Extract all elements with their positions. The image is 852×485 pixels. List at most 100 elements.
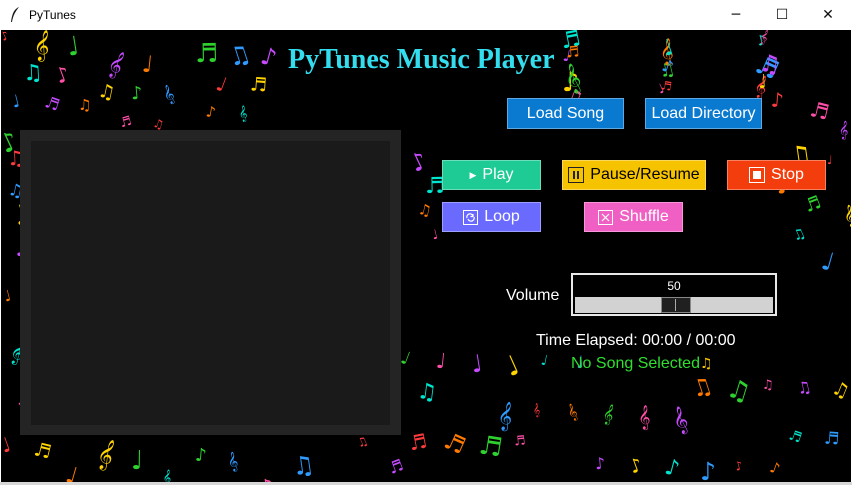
music-note-icon: ♪	[594, 453, 606, 474]
music-note-icon: ♪	[194, 444, 208, 467]
minimize-button[interactable]: ─	[713, 0, 759, 30]
music-note-icon: ♫	[416, 199, 434, 221]
music-note-icon: 𝄞	[669, 404, 691, 436]
music-note-icon: ♬	[31, 438, 54, 464]
music-note-icon: ♩	[539, 352, 550, 370]
album-art-area	[31, 141, 390, 425]
music-note-icon: ♬	[439, 427, 470, 461]
music-note-icon: ♫	[290, 449, 317, 482]
music-note-icon: 𝄞	[160, 83, 178, 107]
window-title: PyTunes	[29, 8, 76, 22]
music-note-icon: ♩	[9, 91, 23, 113]
music-note-icon: ♫	[828, 376, 851, 404]
music-note-icon: ♩	[130, 445, 144, 477]
volume-trough[interactable]	[575, 297, 773, 313]
music-note-icon: 𝄞	[104, 48, 129, 80]
music-note-icon: 𝄞	[564, 402, 580, 423]
music-note-icon: ♩	[64, 31, 82, 63]
music-note-icon: ♩	[434, 348, 448, 374]
load-song-label: Load Song	[526, 104, 605, 122]
music-note-icon: ♫	[688, 372, 716, 404]
loop-label: Loop	[484, 208, 520, 225]
music-note-icon: ♪	[769, 87, 785, 113]
music-note-icon: ♬	[513, 433, 527, 450]
music-note-icon: ♪	[767, 457, 783, 479]
music-note-icon: 𝄞	[496, 400, 515, 431]
shuffle-icon	[598, 209, 614, 225]
music-note-icon: ♫	[790, 225, 809, 245]
music-note-icon: ♪	[733, 458, 745, 474]
music-note-icon: ♫	[77, 95, 92, 115]
music-note-icon: ♬	[118, 113, 134, 132]
music-note-icon: ♩	[826, 152, 833, 168]
music-note-icon: ♬	[807, 97, 832, 125]
music-note-icon: ♬	[565, 42, 581, 62]
window-titlebar: PyTunes ─ ☐ ✕	[0, 0, 852, 30]
loop-icon	[463, 209, 479, 225]
pause-resume-button[interactable]: Pause/Resume	[562, 160, 706, 190]
music-note-icon: 𝄞	[31, 30, 53, 62]
music-note-icon: ♬	[659, 78, 673, 94]
volume-handle[interactable]	[661, 297, 691, 313]
music-note-icon: ♫	[761, 377, 774, 394]
music-note-icon: ♫	[723, 373, 755, 409]
maximize-button[interactable]: ☐	[759, 0, 805, 30]
music-note-icon: ♬	[801, 191, 825, 218]
music-note-icon: ♪	[405, 146, 432, 178]
pause-icon	[568, 167, 585, 183]
music-note-icon: ♫	[415, 378, 439, 407]
close-button[interactable]: ✕	[805, 0, 851, 30]
music-note-icon: ♩	[430, 227, 440, 244]
play-icon: ▶	[469, 169, 477, 180]
play-label: Play	[482, 166, 514, 183]
music-note-icon: ♩	[468, 349, 485, 379]
stop-label: Stop	[771, 166, 804, 183]
pause-resume-label: Pause/Resume	[590, 166, 700, 183]
shuffle-button[interactable]: Shuffle	[584, 202, 683, 232]
app-title: PyTunes Music Player	[288, 44, 555, 75]
music-note-icon: ♫	[699, 356, 713, 372]
loop-button[interactable]: Loop	[442, 202, 541, 232]
volume-slider[interactable]: 50	[571, 273, 777, 316]
music-note-icon: ♬	[823, 428, 840, 450]
music-note-icon: ♩	[500, 349, 525, 384]
music-note-icon: ♫	[757, 48, 783, 80]
music-note-icon: ♬	[385, 455, 407, 478]
music-note-icon: ♪	[52, 61, 73, 89]
music-note-icon: 𝄞	[238, 105, 249, 123]
music-note-icon: ♫	[354, 433, 371, 451]
music-note-icon: ♩	[140, 51, 155, 79]
music-note-icon: 𝄞	[225, 451, 240, 473]
music-note-icon: ♩	[62, 462, 81, 482]
music-note-icon: 𝄞	[637, 404, 651, 430]
stop-icon	[749, 167, 766, 183]
music-note-icon: ♫	[96, 79, 118, 105]
time-elapsed: Time Elapsed: 00:00 / 00:00	[536, 332, 736, 349]
feather-icon	[11, 7, 19, 22]
music-note-icon: ♬	[786, 427, 804, 447]
music-note-icon: ♪	[626, 453, 646, 479]
music-note-icon: ♩	[213, 71, 231, 97]
shuffle-label: Shuffle	[619, 208, 669, 225]
music-note-icon: ♪	[130, 82, 144, 105]
stop-button[interactable]: Stop	[727, 160, 826, 190]
album-art-frame	[20, 130, 401, 435]
volume-value: 50	[667, 279, 681, 293]
music-note-icon: 𝄞	[838, 119, 849, 140]
load-directory-button[interactable]: Load Directory	[645, 98, 762, 129]
music-note-icon: ♫	[794, 376, 814, 399]
music-note-icon: ♬	[42, 92, 63, 115]
music-note-icon: ♬	[476, 430, 505, 464]
app-window: ♪♫♬♩𝄞♪♫♬♩𝄞♪♫♬♩𝄞♪♫♬♩𝄞♪♫♬♩𝄞♪♫♬♩𝄞♪♫♬♩𝄞♪♫♬♩𝄞…	[1, 30, 851, 482]
music-note-icon: ♫	[224, 38, 255, 73]
load-directory-label: Load Directory	[651, 104, 756, 122]
volume-label: Volume	[506, 287, 560, 304]
music-note-icon: ♩	[818, 245, 838, 278]
music-note-icon: ♪	[662, 454, 683, 482]
music-note-icon: ♪	[257, 41, 280, 73]
load-song-button[interactable]: Load Song	[507, 98, 624, 129]
music-note-icon: ♬	[194, 38, 219, 70]
music-note-icon: ♪	[204, 102, 218, 122]
play-button[interactable]: ▶ Play	[442, 160, 541, 190]
music-note-icon: 𝄞	[600, 403, 616, 426]
